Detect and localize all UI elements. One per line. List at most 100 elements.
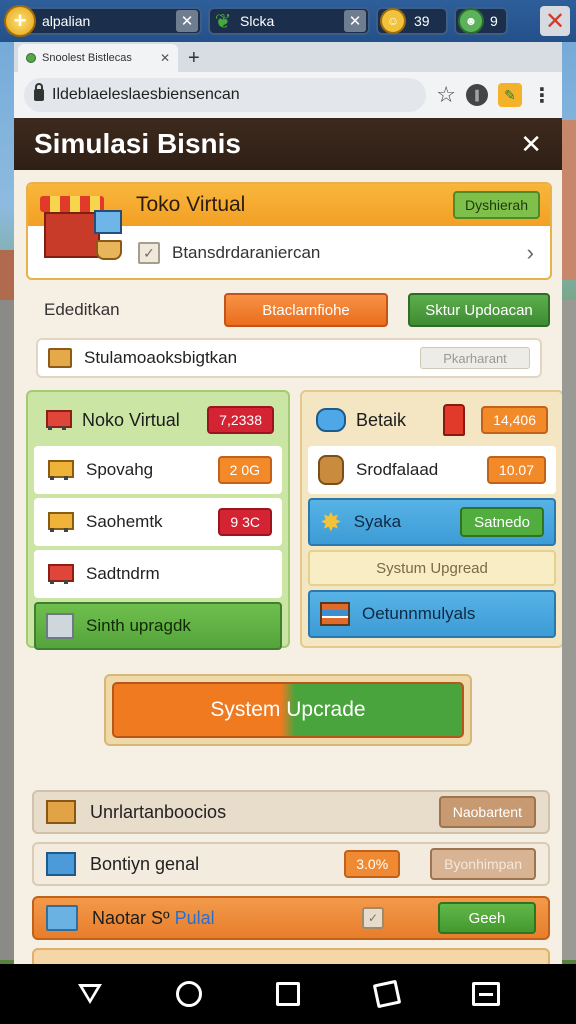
list-item[interactable]: Naotar Sº Pulal ✓ Geeh (32, 896, 550, 940)
menu-dots-icon[interactable]: ⋮ (532, 83, 552, 108)
game-status-bar: + alpalian ✕ ❦ Slcka ✕ ☺ 39 ☻ 9 ✕ (0, 0, 576, 42)
card-header: Betaik 14,406 (308, 398, 556, 442)
star-icon: ✸ (320, 507, 342, 537)
list-item[interactable]: Sadtndrm (34, 550, 282, 598)
close-game-button[interactable]: ✕ (540, 6, 570, 36)
store-card: Toko Virtual Dyshierah ✓ Btansdrdaranier… (26, 182, 552, 280)
rotate-icon[interactable] (367, 974, 407, 1014)
store-stall-icon (38, 192, 124, 272)
tab-close-icon[interactable]: ✕ (160, 51, 170, 65)
store-action-button[interactable]: Dyshierah (452, 191, 540, 219)
update-button[interactable]: Sktur Updoacan (408, 293, 550, 327)
business-sim-panel: Simulasi Bisnis ✕ Toko Virtual Dyshierah… (14, 118, 562, 964)
add-coin-icon[interactable]: + (4, 5, 36, 37)
card-title: Betaik (356, 409, 407, 430)
cart-icon (46, 905, 78, 931)
virtual-store-card: Noko Virtual 7,2338 Spovahg 2 0G Saohemt… (26, 390, 290, 650)
chevron-right-icon[interactable]: › (527, 240, 534, 266)
orange-action-button[interactable]: Btaclarnfiohe (224, 293, 388, 327)
store-subtitle: Btansdrdaraniercan (172, 243, 321, 262)
close-icon[interactable]: ✕ (176, 10, 198, 32)
box-icon (46, 613, 74, 639)
shopping-cart-icon (42, 408, 72, 432)
list-item[interactable]: Oetunnmulyals (308, 590, 556, 638)
resource-field[interactable]: ❦ Slcka ✕ (208, 7, 370, 35)
browser-tab[interactable]: Snoolest Bistlecas ✕ (18, 44, 178, 72)
chest-icon (46, 852, 76, 876)
item-label: Srodfalaad (356, 460, 439, 479)
go-button[interactable]: Geeh (438, 902, 536, 934)
value-badge: 14,406 (481, 406, 548, 434)
add-coin-symbol: + (13, 8, 27, 33)
drink-icon (443, 404, 466, 436)
currency-label: alpalian (42, 13, 91, 29)
item-action-button[interactable]: Satnedo (460, 507, 544, 537)
lock-icon (34, 83, 44, 101)
currency-field[interactable]: + alpalian ✕ (4, 5, 202, 37)
item-label: Syaka (353, 512, 402, 531)
counter-pill: ☺ 39 (376, 7, 448, 35)
home-icon[interactable] (169, 974, 209, 1014)
counter-pill: ☻ 9 (454, 7, 508, 35)
close-icon[interactable]: ✕ (520, 129, 542, 160)
item-label: Bontiyn genal (90, 853, 200, 874)
pause-icon[interactable]: ∥ (466, 84, 488, 106)
address-bar[interactable]: Ildeblaeleslaesbiensencan (24, 78, 427, 112)
url-text: Ildeblaeleslaesbiensencan (52, 86, 240, 103)
list-item[interactable]: Srodfalaad 10.07 (308, 446, 556, 494)
keyboard-icon[interactable] (466, 974, 506, 1014)
search-row[interactable]: Stulamoaoksbigtkan Pkarharant (36, 338, 542, 378)
new-tab-icon[interactable]: + (188, 44, 200, 72)
item-label: Spovahg (86, 460, 154, 479)
resource-label: Slcka (240, 13, 275, 29)
list-item[interactable]: Unrlartanboocios Naobartent (32, 790, 550, 834)
action-row: Ededitkan Btaclarnfiohe Sktur Updoacan (44, 290, 550, 330)
close-icon[interactable]: ✕ (344, 10, 366, 32)
back-icon[interactable] (70, 974, 110, 1014)
screenshot-icon[interactable] (268, 974, 308, 1014)
upgrade-button[interactable]: Sinth upragdk (34, 602, 282, 650)
list-item[interactable]: Bontiyn genal 3.0% Byonhimpan (32, 842, 550, 886)
checkbox-icon[interactable]: ✓ (138, 242, 160, 264)
percent-badge: 3.0% (344, 850, 401, 878)
smiley-icon: ☺ (380, 8, 406, 34)
checkbox-icon[interactable]: ✓ (362, 907, 384, 929)
list-item[interactable]: Saohemtk 9 3C (34, 498, 282, 546)
tab-title: Snoolest Bistlecas (42, 52, 132, 64)
item-label-main: Naotar Sº (92, 907, 170, 928)
value-badge: 7,2338 (207, 406, 274, 434)
value-badge: 2 0G (217, 456, 272, 484)
item-action-button[interactable]: Byonhimpan (430, 848, 536, 880)
extension-icon[interactable]: ✎ (498, 83, 522, 107)
card-header: Noko Virtual 7,2338 (34, 398, 282, 442)
system-upgrade-button[interactable]: System Upcrade (112, 682, 464, 738)
item-label: Oetunnmulyals (362, 604, 476, 623)
value-badge: 9 3C (218, 508, 272, 536)
counter-value: 9 (490, 13, 498, 29)
list-item-partial (32, 948, 550, 964)
panel-header: Simulasi Bisnis ✕ (14, 118, 562, 170)
shopping-cart-icon (44, 562, 74, 586)
list-item[interactable]: ✸ Syaka Satnedo (308, 498, 556, 546)
item-label-highlight: Pulal (174, 907, 215, 928)
avatar-icon: ☻ (458, 8, 484, 34)
panel-title: Simulasi Bisnis (34, 128, 241, 159)
shopping-cart-icon (44, 458, 74, 482)
item-label: Unrlartanboocios (90, 801, 227, 822)
system-upgrade-field[interactable]: Systum Upgread (308, 550, 556, 586)
cans-icon (316, 408, 346, 432)
box-icon (48, 348, 72, 368)
list-item[interactable]: Spovahg 2 0G (34, 446, 282, 494)
bookmark-star-icon[interactable]: ☆ (436, 82, 456, 108)
item-label: Sadtndrm (86, 564, 160, 583)
leaf-icon: ❦ (214, 10, 232, 33)
books-icon (320, 602, 350, 626)
item-action-button[interactable]: Naobartent (438, 796, 536, 828)
item-label: Saohemtk (86, 512, 163, 531)
edit-label: Ededitkan (44, 300, 120, 319)
card-title: Noko Virtual (82, 409, 180, 430)
value-badge: 10.07 (486, 456, 546, 484)
inventory-card: Betaik 14,406 Srodfalaad 10.07 ✸ Syaka S… (300, 390, 562, 648)
search-input[interactable]: Pkarharant (420, 347, 530, 369)
counter-value: 39 (414, 13, 430, 29)
